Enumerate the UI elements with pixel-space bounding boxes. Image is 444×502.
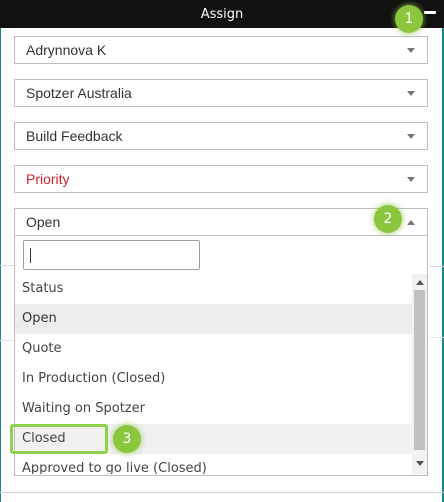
scroll-down-icon[interactable] xyxy=(416,461,424,466)
option-approved-to-go-live-closed[interactable]: Approved to go live (Closed) xyxy=(15,454,412,474)
minimize-icon[interactable] xyxy=(424,11,436,14)
option-open[interactable]: Open xyxy=(15,304,412,334)
background-divider xyxy=(0,265,14,266)
assignee-select[interactable]: Adrynnova K xyxy=(14,36,428,64)
closed-option-highlight-box xyxy=(10,424,108,454)
chevron-up-icon xyxy=(407,220,415,225)
window-titlebar: Assign xyxy=(0,0,444,28)
background-divider xyxy=(0,492,444,493)
client-value: Spotzer Australia xyxy=(26,85,132,101)
option-in-production-closed[interactable]: In Production (Closed) xyxy=(15,364,412,394)
annotation-badge-2: 2 xyxy=(374,205,402,233)
dropdown-scrollbar[interactable] xyxy=(412,274,427,474)
background-divider xyxy=(0,340,14,341)
text-cursor xyxy=(30,248,31,263)
annotation-badge-3: 3 xyxy=(113,425,141,453)
chevron-down-icon xyxy=(407,91,415,96)
background-divider xyxy=(430,266,444,267)
status-select[interactable]: Open xyxy=(14,208,428,236)
annotation-badge-1: 1 xyxy=(395,5,423,33)
option-waiting-on-spotzer[interactable]: Waiting on Spotzer xyxy=(15,394,412,424)
option-quote[interactable]: Quote xyxy=(15,334,412,364)
scroll-up-icon[interactable] xyxy=(416,280,424,285)
priority-select[interactable]: Priority xyxy=(14,165,428,193)
chevron-down-icon xyxy=(407,134,415,139)
category-value: Build Feedback xyxy=(26,128,123,144)
priority-placeholder: Priority xyxy=(26,171,70,187)
client-select[interactable]: Spotzer Australia xyxy=(14,79,428,107)
window-title: Assign xyxy=(200,6,244,22)
chevron-down-icon xyxy=(407,48,415,53)
dropdown-search-input[interactable] xyxy=(23,240,200,270)
option-status[interactable]: Status xyxy=(15,274,412,304)
category-select[interactable]: Build Feedback xyxy=(14,122,428,150)
chevron-down-icon xyxy=(407,177,415,182)
scrollbar-thumb[interactable] xyxy=(414,290,425,450)
background-divider xyxy=(430,337,444,338)
assignee-value: Adrynnova K xyxy=(26,42,107,58)
status-value: Open xyxy=(26,214,61,230)
